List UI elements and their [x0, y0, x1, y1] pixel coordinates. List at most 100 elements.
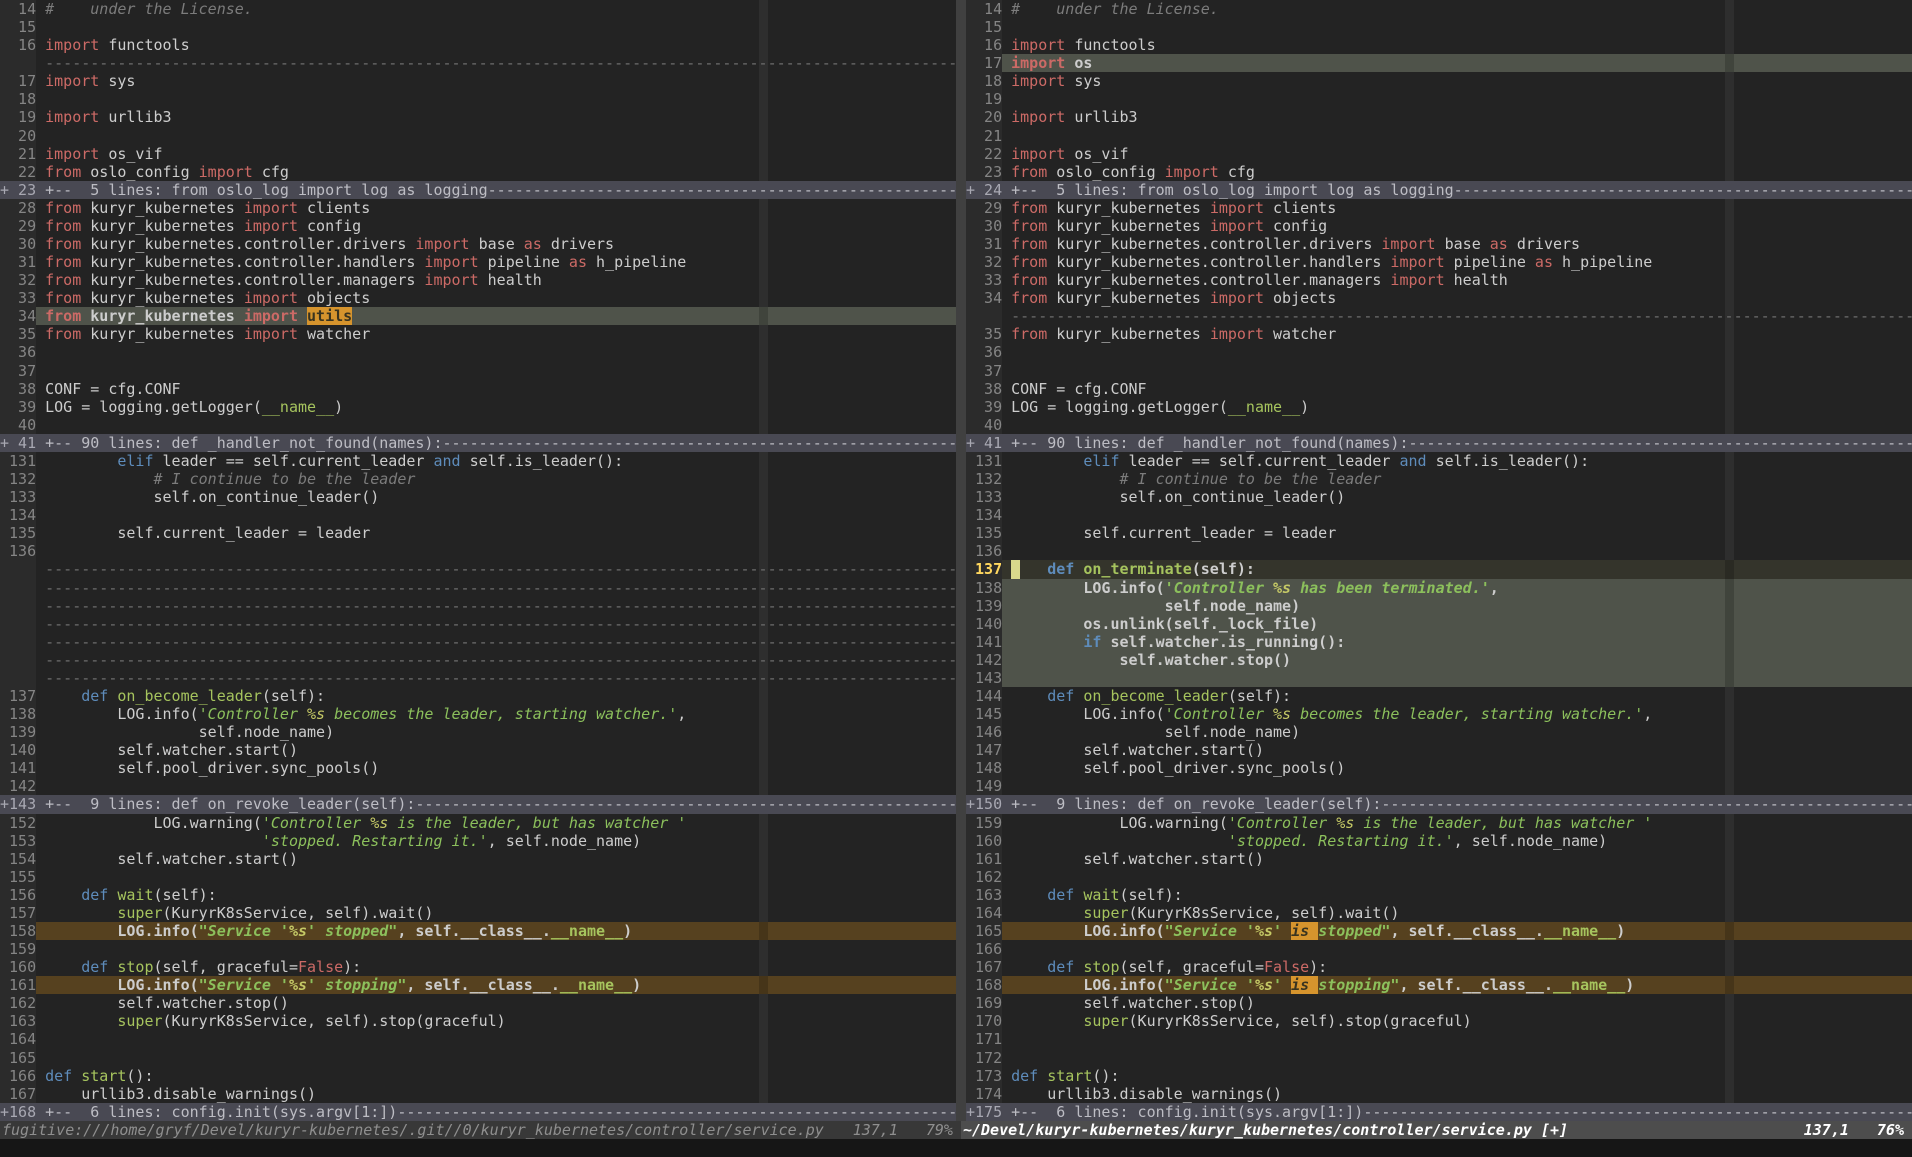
- code-line[interactable]: 166def start():: [0, 1067, 956, 1085]
- code-line[interactable]: 158 LOG.info("Service '%s' stopped", sel…: [0, 922, 956, 940]
- code-line[interactable]: 17import os: [966, 54, 1912, 72]
- filler-line[interactable]: ----------------------------------------…: [0, 633, 956, 651]
- code-line[interactable]: 139 self.node_name): [0, 723, 956, 741]
- fold-column[interactable]: +: [0, 795, 9, 813]
- command-line[interactable]: [0, 1139, 1912, 1157]
- fold-column[interactable]: +: [966, 795, 975, 813]
- code-line[interactable]: 18: [0, 90, 956, 108]
- code-line[interactable]: 30from kuryr_kubernetes import config: [966, 217, 1912, 235]
- code-line[interactable]: 132 # I continue to be the leader: [0, 470, 956, 488]
- code-line[interactable]: 36: [0, 343, 956, 361]
- code-line[interactable]: 136: [0, 542, 956, 560]
- code-line[interactable]: 138 LOG.info('Controller %s has been ter…: [966, 579, 1912, 597]
- code-line[interactable]: 28from kuryr_kubernetes import clients: [0, 199, 956, 217]
- code-line[interactable]: 37: [966, 362, 1912, 380]
- code-line[interactable]: 31from kuryr_kubernetes.controller.drive…: [966, 235, 1912, 253]
- code-line[interactable]: 38CONF = cfg.CONF: [966, 380, 1912, 398]
- code-line[interactable]: 162 self.watcher.stop(): [0, 994, 956, 1012]
- code-line[interactable]: 39LOG = logging.getLogger(__name__): [0, 398, 956, 416]
- code-line[interactable]: 171: [966, 1030, 1912, 1048]
- code-line[interactable]: 168 LOG.info("Service '%s' is stopping",…: [966, 976, 1912, 994]
- code-line[interactable]: 21: [966, 127, 1912, 145]
- filler-line[interactable]: ----------------------------------------…: [0, 651, 956, 669]
- code-line[interactable]: 135 self.current_leader = leader: [966, 524, 1912, 542]
- code-line[interactable]: 38CONF = cfg.CONF: [0, 380, 956, 398]
- statusline-left[interactable]: fugitive:///home/gryf/Devel/kuryr-kubern…: [0, 1121, 961, 1139]
- statusline-right[interactable]: ~/Devel/kuryr-kubernetes/kuryr_kubernete…: [961, 1121, 1912, 1139]
- code-line[interactable]: 162: [966, 868, 1912, 886]
- fold-column[interactable]: +: [0, 1103, 9, 1121]
- fold-column[interactable]: +: [966, 434, 975, 452]
- code-line[interactable]: 174 urllib3.disable_warnings(): [966, 1085, 1912, 1103]
- code-line[interactable]: 161 self.watcher.start(): [966, 850, 1912, 868]
- code-line[interactable]: 164 super(KuryrK8sService, self).wait(): [966, 904, 1912, 922]
- code-line[interactable]: 145 LOG.info('Controller %s becomes the …: [966, 705, 1912, 723]
- code-line[interactable]: 134: [0, 506, 956, 524]
- code-line[interactable]: 137 def on_terminate(self):: [966, 560, 1912, 578]
- fold-column[interactable]: +: [0, 434, 9, 452]
- code-line[interactable]: 30from kuryr_kubernetes.controller.drive…: [0, 235, 956, 253]
- code-line[interactable]: 21import os_vif: [0, 145, 956, 163]
- code-line[interactable]: 140 self.watcher.start(): [0, 741, 956, 759]
- code-line[interactable]: 32from kuryr_kubernetes.controller.manag…: [0, 271, 956, 289]
- filler-line[interactable]: ----------------------------------------…: [0, 54, 956, 72]
- code-line[interactable]: 164: [0, 1030, 956, 1048]
- code-line[interactable]: 17import sys: [0, 72, 956, 90]
- fold-column[interactable]: +: [966, 181, 975, 199]
- code-line[interactable]: 19import urllib3: [0, 108, 956, 126]
- code-line[interactable]: 35from kuryr_kubernetes import watcher: [0, 325, 956, 343]
- code-line[interactable]: 16import functools: [966, 36, 1912, 54]
- code-line[interactable]: 33from kuryr_kubernetes import objects: [0, 289, 956, 307]
- fold-line[interactable]: +41+-- 90 lines: def _handler_not_found(…: [966, 434, 1912, 452]
- filler-line[interactable]: ----------------------------------------…: [966, 307, 1912, 325]
- code-line[interactable]: 36: [966, 343, 1912, 361]
- code-line[interactable]: 160 'stopped. Restarting it.', self.node…: [966, 832, 1912, 850]
- code-line[interactable]: 15: [0, 18, 956, 36]
- code-line[interactable]: 31from kuryr_kubernetes.controller.handl…: [0, 253, 956, 271]
- code-line[interactable]: 152 LOG.warning('Controller %s is the le…: [0, 814, 956, 832]
- code-line[interactable]: 135 self.current_leader = leader: [0, 524, 956, 542]
- code-line[interactable]: 136: [966, 542, 1912, 560]
- fold-column[interactable]: +: [966, 1103, 975, 1121]
- code-line[interactable]: 140 os.unlink(self._lock_file): [966, 615, 1912, 633]
- code-line[interactable]: 165 LOG.info("Service '%s' is stopped", …: [966, 922, 1912, 940]
- code-line[interactable]: 14# under the License.: [966, 0, 1912, 18]
- code-line[interactable]: 22from oslo_config import cfg: [0, 163, 956, 181]
- code-line[interactable]: 20import urllib3: [966, 108, 1912, 126]
- fold-line[interactable]: +41+-- 90 lines: def _handler_not_found(…: [0, 434, 956, 452]
- code-line[interactable]: 147 self.watcher.start(): [966, 741, 1912, 759]
- code-line[interactable]: 19: [966, 90, 1912, 108]
- code-line[interactable]: 131 elif leader == self.current_leader a…: [0, 452, 956, 470]
- code-line[interactable]: 142 self.watcher.stop(): [966, 651, 1912, 669]
- code-line[interactable]: 167 urllib3.disable_warnings(): [0, 1085, 956, 1103]
- code-line[interactable]: 141 self.pool_driver.sync_pools(): [0, 759, 956, 777]
- editor-pane-left[interactable]: 14# under the License. 15 16import funct…: [0, 0, 956, 1121]
- code-line[interactable]: 29from kuryr_kubernetes import config: [0, 217, 956, 235]
- code-line[interactable]: 154 self.watcher.start(): [0, 850, 956, 868]
- editor-pane-right[interactable]: 14# under the License. 15 16import funct…: [966, 0, 1912, 1121]
- code-line[interactable]: 146 self.node_name): [966, 723, 1912, 741]
- code-line[interactable]: 166: [966, 940, 1912, 958]
- window-separator[interactable]: [956, 0, 966, 1121]
- code-line[interactable]: 139 self.node_name): [966, 597, 1912, 615]
- code-line[interactable]: 20: [0, 127, 956, 145]
- fold-line[interactable]: +23+-- 5 lines: from oslo_log import log…: [0, 181, 956, 199]
- code-line[interactable]: 137 def on_become_leader(self):: [0, 687, 956, 705]
- code-line[interactable]: 141 if self.watcher.is_running():: [966, 633, 1912, 651]
- filler-line[interactable]: ----------------------------------------…: [0, 597, 956, 615]
- code-line[interactable]: 37: [0, 362, 956, 380]
- code-line[interactable]: 14# under the License.: [0, 0, 956, 18]
- code-line[interactable]: 29from kuryr_kubernetes import clients: [966, 199, 1912, 217]
- code-line[interactable]: 173def start():: [966, 1067, 1912, 1085]
- fold-line[interactable]: +175+-- 6 lines: config.init(sys.argv[1:…: [966, 1103, 1912, 1121]
- code-line[interactable]: 144 def on_become_leader(self):: [966, 687, 1912, 705]
- filler-line[interactable]: ----------------------------------------…: [0, 615, 956, 633]
- code-line[interactable]: 165: [0, 1049, 956, 1067]
- code-line[interactable]: 159 LOG.warning('Controller %s is the le…: [966, 814, 1912, 832]
- code-line[interactable]: 133 self.on_continue_leader(): [966, 488, 1912, 506]
- fold-column[interactable]: +: [0, 181, 9, 199]
- code-line[interactable]: 39LOG = logging.getLogger(__name__): [966, 398, 1912, 416]
- code-line[interactable]: 163 super(KuryrK8sService, self).stop(gr…: [0, 1012, 956, 1030]
- code-line[interactable]: 40: [966, 416, 1912, 434]
- code-line[interactable]: 134: [966, 506, 1912, 524]
